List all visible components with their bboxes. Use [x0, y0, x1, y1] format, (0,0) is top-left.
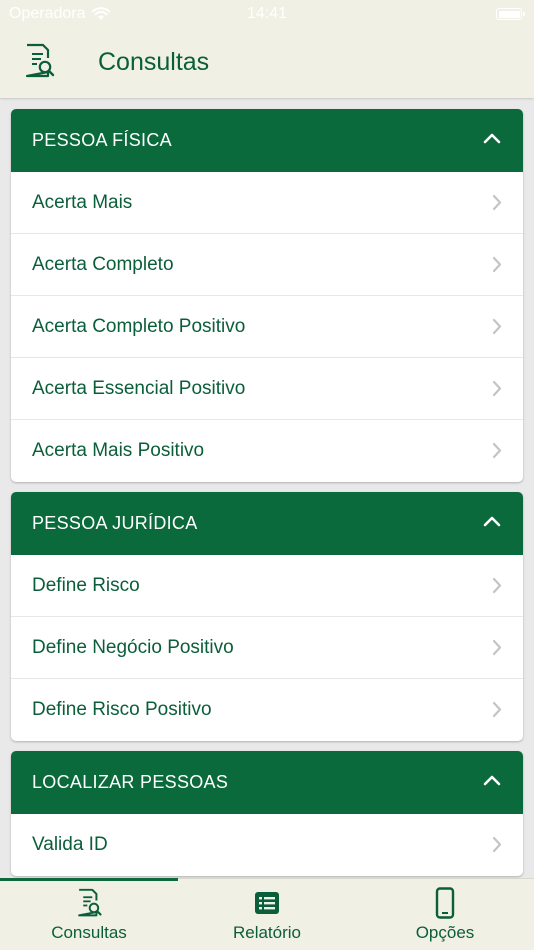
- list-item-label: Acerta Mais: [32, 191, 133, 213]
- list-item-label: Acerta Mais Positivo: [32, 440, 205, 461]
- chevron-right-icon: [492, 836, 502, 853]
- battery-icon: [496, 8, 525, 20]
- chevron-right-icon: [492, 380, 502, 397]
- list-item-valida-id[interactable]: Valida ID: [11, 814, 523, 876]
- list-item-define-risco[interactable]: Define Risco: [11, 555, 523, 617]
- list-item-acerta-completo[interactable]: Acerta Completo: [11, 234, 523, 296]
- tab-label: Consultas: [51, 923, 127, 942]
- list-item-label: Define Negócio Positivo: [32, 636, 234, 658]
- list-item-label: Acerta Completo Positivo: [32, 315, 246, 337]
- search-document-icon: [78, 888, 102, 917]
- chevron-right-icon: [492, 194, 502, 211]
- list-icon: [255, 892, 279, 914]
- tab-label: Relatório: [232, 923, 302, 942]
- list-item-label: Acerta Completo: [32, 253, 174, 275]
- list-item-label: Define Risco: [32, 574, 140, 596]
- section-header-pessoa-fisica[interactable]: PESSOA FÍSICA: [11, 109, 523, 172]
- chevron-up-icon: [483, 775, 501, 786]
- list-item-define-negocio-positivo[interactable]: Define Negócio Positivo: [11, 617, 523, 679]
- tab-relatorio[interactable]: Relatório: [178, 879, 356, 950]
- chevron-up-icon: [483, 133, 501, 144]
- search-document-icon: [25, 43, 55, 78]
- list-item-acerta-completo-positivo[interactable]: Acerta Completo Positivo: [11, 296, 523, 358]
- tab-opcoes[interactable]: Opções: [356, 879, 534, 950]
- list-item-define-risco-positivo[interactable]: Define Risco Positivo: [11, 679, 523, 741]
- section-pessoa-juridica: PESSOA JURÍDICA Define Risco Define Negó…: [11, 492, 523, 741]
- phone-icon: [435, 887, 455, 919]
- chevron-right-icon: [492, 318, 502, 335]
- section-header-localizar-pessoas[interactable]: LOCALIZAR PESSOAS: [11, 751, 523, 814]
- chevron-right-icon: [492, 577, 502, 594]
- section-title: LOCALIZAR PESSOAS: [32, 772, 229, 792]
- status-bar: Operadora 14:41: [0, 0, 534, 28]
- tab-consultas[interactable]: Consultas: [0, 879, 178, 950]
- nav-bar: Consultas: [0, 28, 534, 98]
- list-item-acerta-essencial-positivo[interactable]: Acerta Essencial Positivo: [11, 358, 523, 420]
- chevron-up-icon: [483, 516, 501, 527]
- section-title: PESSOA JURÍDICA: [32, 513, 198, 533]
- list-item-acerta-mais[interactable]: Acerta Mais: [11, 172, 523, 234]
- chevron-right-icon: [492, 256, 502, 273]
- list-item-label: Acerta Essencial Positivo: [32, 377, 246, 399]
- section-localizar-pessoas: LOCALIZAR PESSOAS Valida ID: [11, 751, 523, 876]
- list-item-label: Valida ID: [32, 834, 108, 855]
- page-title: Consultas: [98, 48, 210, 76]
- list-item-label: Define Risco Positivo: [32, 699, 212, 720]
- chevron-right-icon: [492, 639, 502, 656]
- chevron-right-icon: [492, 701, 502, 718]
- section-pessoa-fisica: PESSOA FÍSICA Acerta Mais Acerta Complet…: [11, 109, 523, 482]
- top-area: Operadora 14:41 Consultas: [0, 0, 534, 98]
- tab-bar: Consultas Relatório Opções: [0, 878, 534, 950]
- consultas-list[interactable]: PESSOA FÍSICA Acerta Mais Acerta Complet…: [0, 98, 534, 878]
- chevron-right-icon: [492, 442, 502, 459]
- list-item-acerta-mais-positivo[interactable]: Acerta Mais Positivo: [11, 420, 523, 482]
- section-title: PESSOA FÍSICA: [32, 130, 172, 150]
- tab-label: Opções: [415, 923, 475, 942]
- status-time: 14:41: [246, 5, 288, 22]
- section-header-pessoa-juridica[interactable]: PESSOA JURÍDICA: [11, 492, 523, 555]
